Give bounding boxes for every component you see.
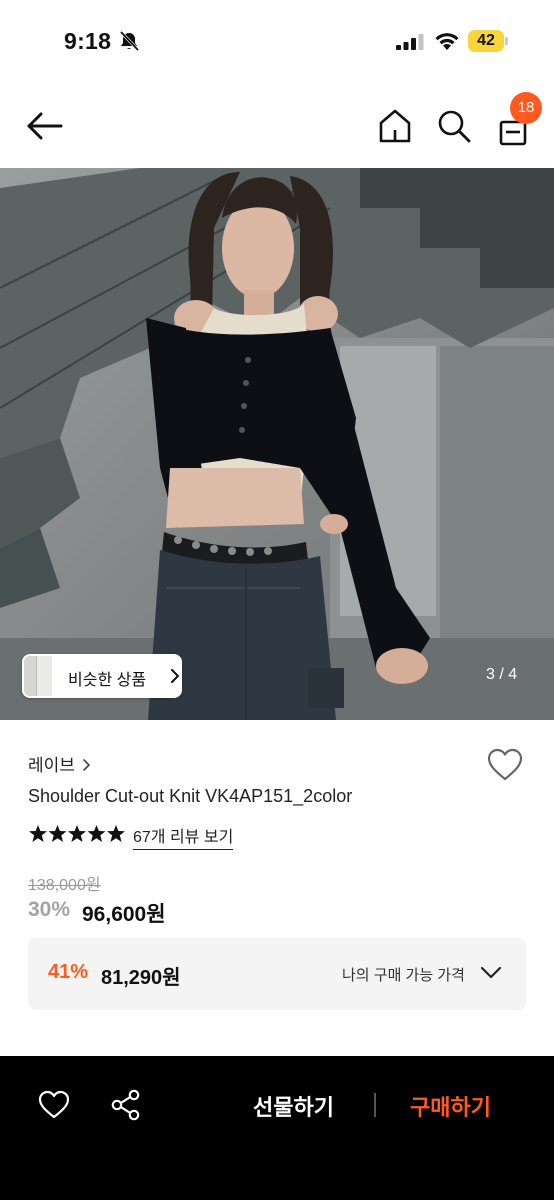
divider [374,1093,376,1117]
brand-link[interactable]: 레이브 [28,751,91,776]
sale-price: 96,600원 [82,903,166,926]
chevron-right-icon [171,669,179,683]
image-page-indicator: 3 / 4 [486,666,518,683]
similar-products-button[interactable]: 비슷한 상품 [22,654,182,698]
heart-icon[interactable] [38,1090,70,1120]
back-arrow-icon[interactable] [24,108,66,144]
status-time: 9:18 [64,28,112,54]
chevron-down-icon [480,966,502,979]
search-icon[interactable] [436,108,472,144]
similar-products-label: 비슷한 상품 [68,672,147,689]
brand-name: 레이브 [28,756,75,775]
share-icon[interactable] [110,1089,142,1121]
my-price-label: 나의 구매 가능 가격 [342,967,465,984]
my-discount-rate: 41% [48,961,89,983]
product-image-carousel[interactable]: 비슷한 상품 3 / 4 [0,168,554,720]
my-price-dropdown[interactable]: 41% 81,290원 나의 구매 가능 가격 [28,938,526,1010]
star-rating-icon [29,825,125,842]
gift-button[interactable]: 선물하기 [253,1090,334,1122]
cart-count-badge: 18 [510,92,542,124]
home-icon[interactable] [378,108,412,144]
product-name: Shoulder Cut-out Knit VK4AP151_2color [28,786,353,806]
status-bar: 9:18 42 [0,0,554,84]
product-photo [0,168,554,720]
app-header [0,84,554,168]
original-price: 138,000원 [28,877,101,894]
battery-level: 42 [468,30,504,52]
battery-cap [505,37,508,45]
battery-indicator: 42 [468,30,508,52]
cellular-signal-icon [396,34,424,50]
wifi-icon [435,33,459,50]
heart-icon[interactable] [487,748,523,782]
my-price: 81,290원 [101,967,181,989]
similar-thumbnail [36,656,52,696]
bottom-action-bar: 선물하기 구매하기 [0,1056,554,1200]
chevron-right-icon [83,759,90,771]
bell-off-icon [119,30,140,52]
buy-button[interactable]: 구매하기 [410,1090,491,1122]
review-link[interactable]: 67개 리뷰 보기 [133,823,234,850]
discount-rate: 30% [28,898,71,921]
